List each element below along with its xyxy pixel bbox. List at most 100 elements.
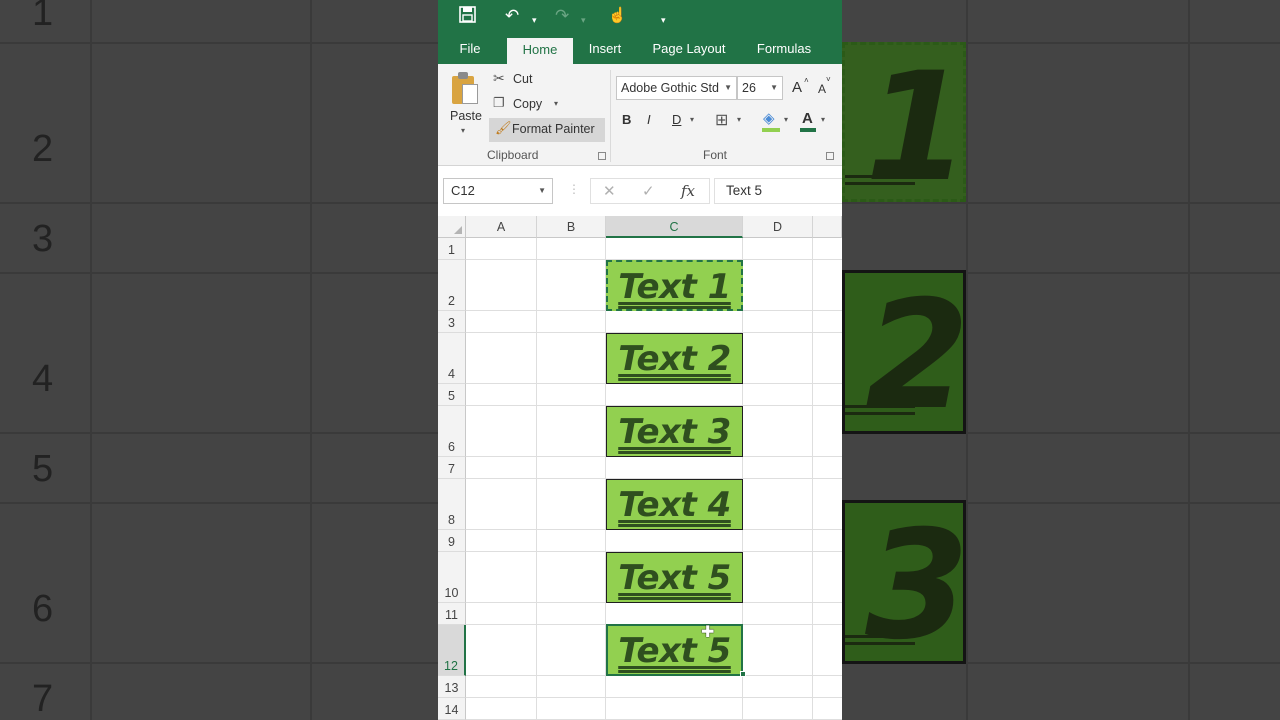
scissors-icon: ✂ [493,70,505,86]
bg-row-number: 7 [32,678,54,720]
bg-row-number: 1 [32,0,54,34]
row-header[interactable]: 7 [438,457,466,479]
bg-underline [845,412,915,415]
shrink-font-arrow-icon: ˅ [826,75,831,84]
row-header[interactable]: 8 [438,479,466,530]
undo-icon[interactable]: ↶ [505,6,519,26]
row-number: 5 [448,389,455,403]
underline-button[interactable]: D [672,112,681,127]
group-separator [610,70,611,162]
row-header[interactable]: 13 [438,676,466,698]
row-number: 2 [448,294,455,308]
row-number: 8 [448,513,455,527]
tab-page-layout[interactable]: Page Layout [648,34,730,64]
font-name-combo[interactable]: Adobe Gothic Std ▼ [616,76,737,100]
paste-button[interactable]: Paste [450,109,482,123]
row-number: 7 [448,462,455,476]
row-header[interactable]: 4 [438,333,466,384]
cell-c2[interactable]: Text 1 [606,260,743,311]
bg-divider [0,432,438,434]
column-header-d[interactable]: D [743,216,813,238]
bg-divider [0,42,438,44]
row-header[interactable]: 5 [438,384,466,406]
bg-cell-number: 1 [865,41,970,215]
copy-dropdown-icon[interactable]: ▾ [554,99,558,108]
select-all-button[interactable] [438,216,466,238]
cell-c6[interactable]: Text 3 [606,406,743,457]
fill-handle[interactable] [740,671,746,677]
formula-input[interactable]: Text 5 [714,178,842,204]
column-header-e[interactable] [813,216,842,238]
tab-home[interactable]: Home [507,38,573,64]
copy-button[interactable]: Copy [513,97,542,111]
row-header[interactable]: 11 [438,603,466,625]
row-header[interactable]: 1 [438,238,466,260]
clipboard-launcher-icon[interactable] [598,152,606,160]
borders-dropdown-icon[interactable]: ▾ [737,115,741,124]
font-group-label: Font [703,148,728,162]
paste-sheet [462,84,478,104]
enter-icon[interactable]: ✓ [642,182,655,200]
column-header-c[interactable]: C [606,216,743,238]
gridline [466,697,842,698]
ribbon-home: Paste ▾ ✂ Cut ❐ Copy ▾ 🖌 Format Painter … [438,64,842,166]
tab-formulas[interactable]: Formulas [752,34,816,64]
font-name-value: Adobe Gothic Std [621,81,719,95]
redo-icon[interactable]: ↷ [555,6,569,26]
bg-divider [0,202,438,204]
font-color-button[interactable]: A [802,110,813,127]
row-header[interactable]: 6 [438,406,466,457]
quick-access-toolbar: ↶ ▾ ↷ ▾ ☝ ▾ [438,0,842,34]
font-size-combo[interactable]: 26 ▼ [737,76,783,100]
fill-color-icon[interactable]: ◈ [763,109,775,127]
tab-insert[interactable]: Insert [584,34,626,64]
paste-icon[interactable] [452,72,480,104]
chevron-down-icon: ▼ [538,186,546,195]
fill-color-swatch [762,128,780,132]
font-launcher-icon[interactable] [826,152,834,160]
insert-function-icon[interactable]: fx [681,182,695,200]
row-header[interactable]: 14 [438,698,466,720]
ribbon-tabs: File Home Insert Page Layout Formulas [438,34,842,64]
redo-dropdown-icon[interactable]: ▾ [581,10,586,30]
formula-controls: ✕ ✓ fx [590,178,710,204]
bg-row-number: 5 [32,448,54,490]
grow-font-button[interactable]: A [792,79,802,96]
row-header[interactable]: 9 [438,530,466,552]
undo-dropdown-icon[interactable]: ▾ [532,10,537,30]
underline-dropdown-icon[interactable]: ▾ [690,115,694,124]
cell-c8[interactable]: Text 4 [606,479,743,530]
cell-c4[interactable]: Text 2 [606,333,743,384]
cell-c12-selected[interactable]: Text 5 [606,624,743,676]
bg-cell-number: 3 [865,499,970,673]
italic-button[interactable]: I [647,112,651,127]
row-header[interactable]: 3 [438,311,466,333]
borders-icon[interactable]: ⊞ [715,110,728,130]
format-painter-button[interactable]: 🖌 Format Painter [489,118,605,142]
row-number: 9 [448,535,455,549]
paintbrush-icon: 🖌 [495,120,512,135]
touch-mode-icon[interactable]: ☝ [608,6,627,26]
paste-dropdown-icon[interactable]: ▾ [461,126,465,135]
copy-icon: ❐ [493,95,505,110]
background-right: 1 2 3 [842,0,1280,720]
shrink-font-button[interactable]: A [818,82,826,96]
save-icon[interactable] [459,6,476,28]
cell-c10[interactable]: Text 5 [606,552,743,603]
cut-button[interactable]: Cut [513,72,532,86]
fill-color-dropdown-icon[interactable]: ▾ [784,115,788,124]
bold-button[interactable]: B [622,112,631,127]
column-header-b[interactable]: B [537,216,606,238]
name-box[interactable]: C12 ▼ [443,178,553,204]
row-header-selected[interactable]: 12 [438,625,466,676]
row-header[interactable]: 10 [438,552,466,603]
customize-qat-icon[interactable]: ▾ [661,10,666,30]
column-header-a[interactable]: A [466,216,537,238]
row-number: 6 [448,440,455,454]
font-color-dropdown-icon[interactable]: ▾ [821,115,825,124]
row-header[interactable]: 2 [438,260,466,311]
cancel-icon[interactable]: ✕ [603,182,616,200]
font-color-swatch [800,128,816,132]
bg-divider [310,0,312,720]
tab-file[interactable]: File [450,34,490,64]
